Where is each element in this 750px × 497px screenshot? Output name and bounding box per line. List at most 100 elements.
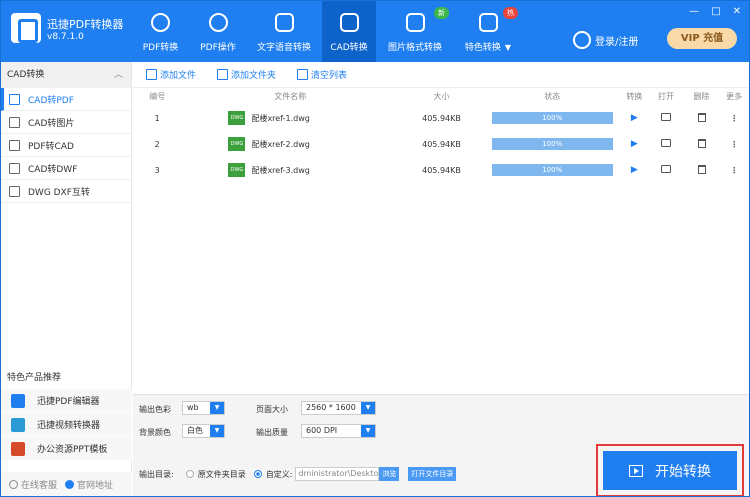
tab-special-convert[interactable]: 特色转换 ▼ 热 <box>456 1 520 62</box>
tab-label: 文字语音转换 <box>256 43 311 53</box>
video-converter-icon <box>11 417 25 432</box>
tab-pdf-operate[interactable]: PDF操作 <box>188 1 248 62</box>
more-button[interactable]: ⋮ <box>719 114 749 123</box>
add-folder-button[interactable]: 添加文件夹 <box>217 68 276 81</box>
promo-label: 迅捷PDF编辑器 <box>37 397 100 407</box>
chevron-down-icon: ▼ <box>504 43 512 52</box>
sidebar-item-pdf-to-cad[interactable]: PDF转CAD <box>1 134 131 157</box>
browse-button[interactable]: 浏览 <box>379 467 400 481</box>
delete-button[interactable] <box>684 112 720 124</box>
delete-button[interactable] <box>684 164 720 176</box>
open-folder-button[interactable] <box>648 113 684 123</box>
bg-color-select[interactable]: 白色 ▼ <box>182 424 225 438</box>
status-cell: 100% <box>484 138 620 150</box>
vip-recharge-button[interactable]: VIP 充值 <box>667 28 737 49</box>
user-icon <box>573 31 591 49</box>
app-name: 迅捷PDF转换器 <box>47 18 124 31</box>
sidebar-item-label: CAD转图片 <box>28 118 75 129</box>
progress-bar: 100% <box>491 112 613 124</box>
radio-custom-folder[interactable] <box>253 470 262 478</box>
col-delete: 删除 <box>693 92 710 101</box>
tab-pdf-convert[interactable]: PDF转换 <box>133 1 188 62</box>
convert-button[interactable]: ▶ <box>620 113 648 123</box>
col-no: 编号 <box>149 92 166 101</box>
maximize-icon[interactable]: □ <box>711 6 720 17</box>
login-button[interactable]: 登录/注册 <box>573 31 638 49</box>
status-cell: 100% <box>484 164 620 176</box>
output-dir-label: 输出目录: <box>139 469 174 479</box>
sidebar-item-dwg-dxf[interactable]: DWG DXF互转 <box>1 180 131 203</box>
start-convert-button[interactable]: 开始转换 <box>603 451 737 490</box>
tab-label: PDF操作 <box>200 43 236 53</box>
clear-list-button[interactable]: 清空列表 <box>297 68 347 81</box>
close-icon[interactable]: ✕ <box>733 6 741 17</box>
promo-label: 办公资源PPT模板 <box>37 445 108 455</box>
window-controls: — □ ✕ <box>689 6 741 17</box>
sidebar-item-cad-to-pdf[interactable]: CAD转PDF <box>1 88 131 111</box>
sidebar-item-cad-to-image[interactable]: CAD转图片 <box>1 111 131 134</box>
chevron-down-icon: ▼ <box>210 402 224 414</box>
sidebar-item-cad-to-dwf[interactable]: CAD转DWF <box>1 157 131 180</box>
add-file-button[interactable]: 添加文件 <box>146 68 196 81</box>
doc-icon <box>9 185 20 197</box>
sidebar-header[interactable]: CAD转换 ︿ <box>1 62 131 88</box>
more-button[interactable]: ⋮ <box>719 166 749 175</box>
page-size-select[interactable]: 2560 * 1600 ▼ <box>301 401 376 415</box>
cad-download-icon <box>339 13 359 32</box>
promo-ppt-template[interactable]: 办公资源PPT模板 <box>1 437 132 461</box>
output-path-field[interactable]: dministrator\Desktop <box>295 467 380 481</box>
sidebar-item-label: PDF转CAD <box>28 141 74 152</box>
table-row: 1 DWG 配楼xref-1.dwg 405.94KB 100% ▶ ⋮ <box>133 105 749 131</box>
tab-cad-convert[interactable]: CAD转换 <box>322 1 376 62</box>
minimize-icon[interactable]: — <box>689 6 699 17</box>
output-dir-row: 输出目录: 原文件夹目录 自定义: dministrator\Desktop 浏… <box>139 467 457 481</box>
row-number: 1 <box>154 113 160 123</box>
color-select[interactable]: wb ▼ <box>182 401 225 415</box>
col-status: 状态 <box>544 92 561 101</box>
folder-icon <box>660 165 671 173</box>
col-convert: 转换 <box>626 92 643 101</box>
row-number: 2 <box>154 139 160 149</box>
open-folder-button[interactable] <box>648 165 684 175</box>
file-size: 405.94KB <box>422 165 461 175</box>
app-window: 迅捷PDF转换器 v8.7.1.0 PDF转换 PDF操作 文字语音转换 CAD… <box>0 0 750 497</box>
status-cell: 100% <box>484 112 620 124</box>
col-name: 文件名称 <box>274 92 307 101</box>
promo-video-converter[interactable]: 迅捷视频转换器 <box>1 413 132 437</box>
file-size: 405.94KB <box>422 139 461 149</box>
ie-icon <box>65 479 75 489</box>
delete-button[interactable] <box>684 138 720 150</box>
hot-badge: 热 <box>503 7 518 19</box>
chevron-down-icon: ▼ <box>210 425 224 437</box>
online-service-link[interactable]: 在线客服 <box>9 478 57 491</box>
convert-button[interactable]: ▶ <box>620 165 648 175</box>
more-icon: ⋮ <box>730 165 739 175</box>
open-folder-button[interactable] <box>648 139 684 149</box>
more-button[interactable]: ⋮ <box>719 140 749 149</box>
select-value: 600 DPI <box>306 426 338 435</box>
convert-button[interactable]: ▶ <box>620 139 648 149</box>
folder-icon <box>660 139 671 147</box>
add-file-icon <box>146 69 157 80</box>
official-site-link[interactable]: 官网地址 <box>65 478 113 491</box>
headset-icon <box>9 479 18 489</box>
progress-bar: 100% <box>491 164 613 176</box>
tab-text-speech[interactable]: 文字语音转换 <box>248 1 320 62</box>
play-icon: ▶ <box>630 113 638 123</box>
tab-label: PDF转换 <box>142 43 179 53</box>
quality-select[interactable]: 600 DPI ▼ <box>301 424 376 438</box>
radio-source-folder[interactable] <box>185 470 194 478</box>
more-icon: ⋮ <box>730 139 739 149</box>
table-header: 编号 文件名称 大小 状态 转换 打开 删除 更多 <box>133 88 749 105</box>
sidebar-item-label: CAD转PDF <box>28 95 74 106</box>
app-logo <box>11 13 41 43</box>
play-icon: ▶ <box>630 165 638 175</box>
open-dir-button[interactable]: 打开文件目录 <box>408 467 457 481</box>
sidebar-header-label: CAD转换 <box>7 70 45 80</box>
promo-pdf-editor[interactable]: 迅捷PDF编辑器 <box>1 389 132 413</box>
trash-icon <box>697 112 706 122</box>
chevron-down-icon: ▼ <box>361 402 375 414</box>
radio-custom-label: 自定义: <box>265 469 293 479</box>
image-icon <box>405 13 425 32</box>
tab-image-format[interactable]: 图片格式转换 新 <box>379 1 451 62</box>
